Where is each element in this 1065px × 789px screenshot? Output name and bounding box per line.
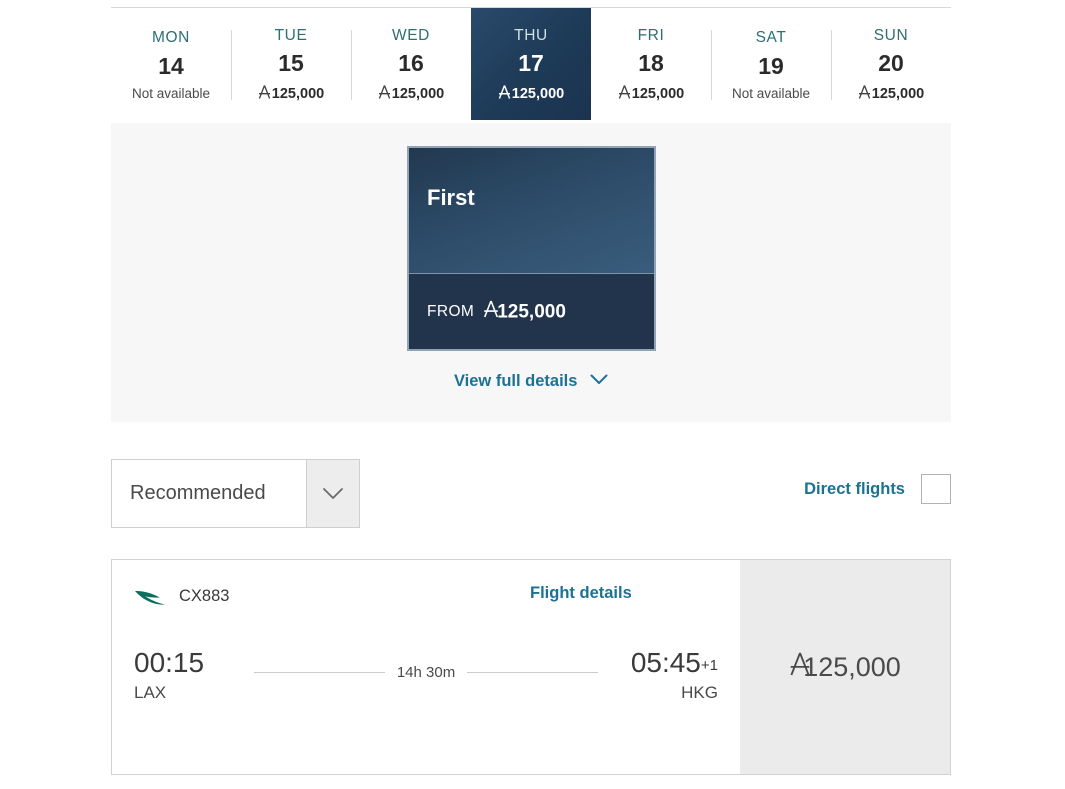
date-dow: MON (152, 29, 190, 46)
award-flight-search-page: MON 14 Not available TUE 15 125,000 WED … (0, 0, 1065, 789)
flight-result-card[interactable]: CX883 Flight details 00:15 LAX 14h 30m 0… (111, 559, 951, 775)
date-day: 18 (638, 50, 664, 77)
arrival-time: 05:45+1 (630, 647, 718, 678)
date-day: 15 (278, 50, 304, 77)
date-price: Not available (731, 85, 811, 101)
date-price: Not available (131, 85, 211, 101)
date-cell-fri-18[interactable]: FRI 18 125,000 (591, 8, 711, 120)
date-cell-thu-17[interactable]: THU 17 125,000 (471, 8, 591, 120)
flight-header: CX883 (134, 582, 740, 610)
date-cell-sat-19[interactable]: SAT 19 Not available (711, 8, 831, 120)
view-full-details-label: View full details (453, 372, 578, 390)
departure-time: 00:15 (134, 647, 205, 678)
arrival-day-offset: +1 (700, 657, 718, 674)
sort-dropdown-value: Recommended (130, 482, 266, 504)
cabin-card-image: First (409, 148, 654, 274)
direct-flights-toggle[interactable]: Direct flights (804, 474, 951, 504)
direct-flights-label: Direct flights (804, 479, 905, 498)
cathay-brushwing-icon (134, 585, 168, 607)
asia-miles-icon (789, 650, 810, 677)
flight-leg: 00:15 LAX 14h 30m 05:45+1 HKG (134, 648, 718, 703)
cabin-from-label: FROM (427, 302, 475, 320)
date-price: 125,000 (258, 84, 324, 102)
date-day: 17 (518, 50, 544, 77)
flight-details-link[interactable]: Flight details (530, 584, 632, 603)
date-dow: SUN (873, 26, 909, 44)
date-cell-mon-14[interactable]: MON 14 Not available (111, 8, 231, 120)
date-price: 125,000 (498, 84, 564, 102)
cabin-class-name: First (427, 185, 475, 210)
cabin-card-first[interactable]: First FROM 125,000 (407, 146, 656, 351)
cabin-card-price-bar: FROM 125,000 (409, 274, 654, 349)
date-dow: THU (514, 26, 548, 44)
chevron-down-icon (590, 371, 608, 390)
asia-miles-icon (618, 84, 631, 99)
flight-price: 125,000 (789, 650, 901, 683)
chevron-down-icon[interactable] (306, 460, 359, 527)
direct-flights-checkbox[interactable] (921, 474, 951, 504)
asia-miles-icon (258, 84, 271, 99)
leg-line-left (254, 672, 385, 673)
asia-miles-icon (378, 84, 391, 99)
asia-miles-icon (498, 84, 511, 99)
date-price: 125,000 (858, 84, 924, 102)
departure-endpoint: 00:15 LAX (134, 648, 254, 703)
date-day: 20 (878, 50, 904, 77)
arrival-endpoint: 05:45+1 HKG (598, 648, 718, 703)
date-cell-tue-15[interactable]: TUE 15 125,000 (231, 8, 351, 120)
flight-price-panel[interactable]: 125,000 (740, 560, 950, 774)
date-price: 125,000 (618, 84, 684, 102)
asia-miles-icon (483, 299, 499, 318)
leg-line-right (467, 672, 598, 673)
arrival-airport: HKG (681, 683, 718, 703)
view-full-details-link[interactable]: View full details (111, 371, 951, 391)
date-dow: FRI (637, 26, 665, 44)
date-dow: TUE (274, 26, 308, 44)
date-day: 14 (158, 52, 184, 79)
date-day: 16 (398, 50, 424, 77)
flight-info-section: CX883 Flight details 00:15 LAX 14h 30m 0… (112, 560, 740, 774)
asia-miles-icon (858, 84, 871, 99)
date-cell-sun-20[interactable]: SUN 20 125,000 (831, 8, 951, 120)
cabin-price: 125,000 (483, 299, 566, 323)
date-price-strip: MON 14 Not available TUE 15 125,000 WED … (111, 7, 951, 120)
flight-number: CX883 (179, 586, 230, 605)
date-price: 125,000 (378, 84, 444, 102)
date-cell-wed-16[interactable]: WED 16 125,000 (351, 8, 471, 120)
cabin-class-panel: First FROM 125,000 View full details (111, 123, 951, 422)
date-dow: SAT (755, 29, 787, 46)
departure-airport: LAX (134, 683, 167, 703)
sort-dropdown[interactable]: Recommended (111, 459, 360, 528)
flight-duration-bar: 14h 30m (254, 648, 598, 681)
date-day: 19 (758, 52, 784, 79)
date-dow: WED (392, 26, 430, 44)
flight-duration: 14h 30m (396, 664, 456, 681)
